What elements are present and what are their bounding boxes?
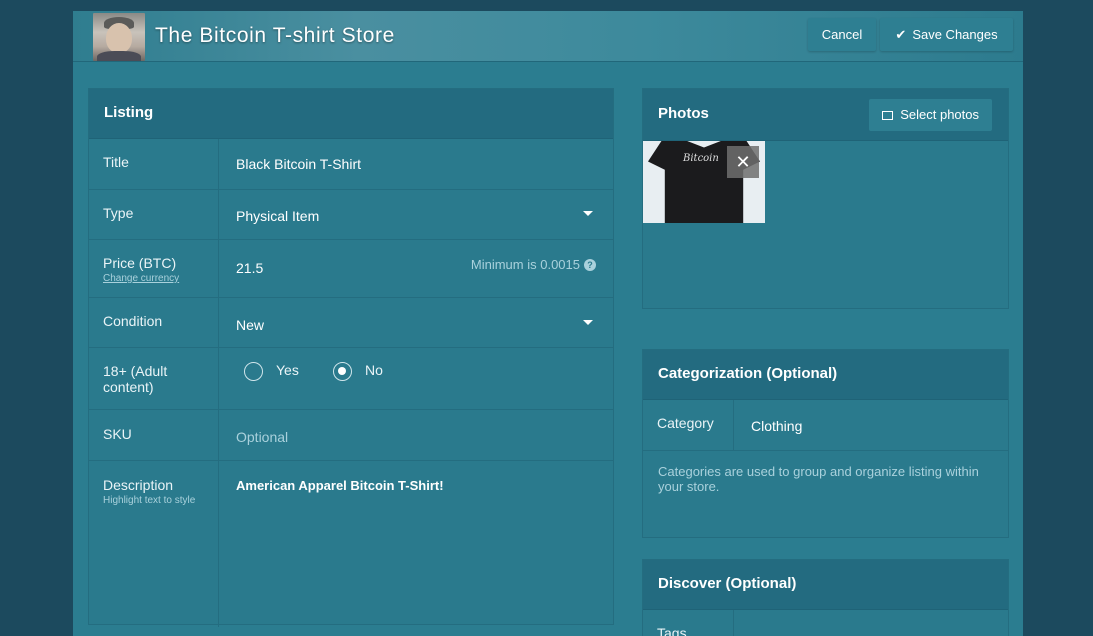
adult-yes-radio[interactable]: Yes <box>244 362 299 381</box>
categorization-note: Categories are used to group and organiz… <box>658 464 979 494</box>
checkmark-icon: ✔ <box>895 27 907 42</box>
adult-no-radio[interactable]: No <box>333 362 383 381</box>
category-field[interactable]: Clothing <box>735 400 1008 450</box>
adult-content-label: 18+ (Adult content) <box>89 348 219 409</box>
discover-panel: Discover (Optional) Tags <box>642 559 1009 636</box>
sku-label: SKU <box>89 410 219 460</box>
help-icon[interactable]: ? <box>584 259 596 271</box>
title-field[interactable]: Black Bitcoin T-Shirt <box>220 139 613 189</box>
type-select[interactable]: Physical Item <box>220 190 613 239</box>
sku-input[interactable]: Optional <box>220 410 613 460</box>
tags-label: Tags <box>643 610 734 636</box>
tags-input[interactable] <box>774 610 1008 636</box>
chevron-down-icon <box>583 320 593 325</box>
edit-listing-window: The Bitcoin T-shirt Store Cancel ✔ Save C… <box>73 11 1023 636</box>
tags-row: Tags <box>643 610 1008 636</box>
adult-yes-label: Yes <box>276 362 299 379</box>
price-field[interactable]: 21.5 Minimum is 0.0015? <box>220 240 613 297</box>
avatar-body <box>97 51 141 61</box>
description-label-cell: Description Highlight text to style <box>89 461 219 627</box>
price-hint-text: Minimum is 0.0015 <box>470 257 580 272</box>
type-label: Type <box>89 190 219 239</box>
photos-panel: Photos Select photos Bitcoin ✕ <box>642 88 1009 309</box>
type-select-value: Physical Item <box>236 208 320 224</box>
cancel-button[interactable]: Cancel <box>808 18 876 51</box>
photos-header: Photos Select photos <box>643 89 1008 141</box>
radio-selected-icon <box>333 362 352 381</box>
condition-select-value: New <box>236 317 265 333</box>
photo-thumbnail[interactable]: Bitcoin ✕ <box>643 141 765 223</box>
avatar-face <box>106 23 132 53</box>
store-header: The Bitcoin T-shirt Store Cancel ✔ Save C… <box>73 11 1023 62</box>
chevron-down-icon <box>583 211 593 216</box>
description-label: Description <box>103 477 174 493</box>
save-changes-label: Save Changes <box>912 27 998 42</box>
store-title: The Bitcoin T-shirt Store <box>155 24 395 47</box>
adult-content-options: Yes No <box>220 348 613 409</box>
categorization-heading: Categorization (Optional) <box>643 350 1008 400</box>
condition-row: Condition New <box>89 298 613 348</box>
radio-circle-icon <box>244 362 263 381</box>
price-hint: Minimum is 0.0015? <box>471 257 596 272</box>
category-label: Category <box>643 400 734 450</box>
title-label: Title <box>89 139 219 189</box>
photos-heading: Photos <box>658 105 709 122</box>
categorization-panel: Categorization (Optional) Category Cloth… <box>642 349 1009 538</box>
description-sub-label: Highlight text to style <box>103 495 196 506</box>
adult-content-row: 18+ (Adult content) Yes No <box>89 348 613 410</box>
description-editor[interactable]: American Apparel Bitcoin T-Shirt! <box>220 461 613 627</box>
listing-panel: Listing Title Black Bitcoin T-Shirt Type… <box>88 88 614 627</box>
image-icon <box>882 111 894 120</box>
store-avatar[interactable] <box>93 13 145 61</box>
condition-select[interactable]: New <box>220 298 613 347</box>
sku-row: SKU Optional <box>89 410 613 461</box>
tshirt-print: Bitcoin <box>683 153 719 164</box>
type-row: Type Physical Item <box>89 190 613 240</box>
discover-heading: Discover (Optional) <box>643 560 1008 610</box>
listing-heading: Listing <box>89 89 613 139</box>
price-label: Price (BTC) <box>103 255 177 271</box>
save-changes-button[interactable]: ✔ Save Changes <box>880 18 1013 51</box>
description-row: Description Highlight text to style Amer… <box>89 461 613 627</box>
category-row: Category Clothing <box>643 400 1008 451</box>
price-value: 21.5 <box>236 260 264 276</box>
price-row: Price (BTC) Change currency 21.5 Minimum… <box>89 240 613 298</box>
condition-label: Condition <box>89 298 219 347</box>
price-label-cell: Price (BTC) Change currency <box>89 240 219 297</box>
change-currency-link[interactable]: Change currency <box>103 273 204 284</box>
adult-no-label: No <box>365 362 383 379</box>
select-photos-button[interactable]: Select photos <box>869 99 992 131</box>
title-row: Title Black Bitcoin T-Shirt <box>89 139 613 190</box>
select-photos-label: Select photos <box>900 107 979 122</box>
remove-photo-icon[interactable]: ✕ <box>727 146 759 178</box>
